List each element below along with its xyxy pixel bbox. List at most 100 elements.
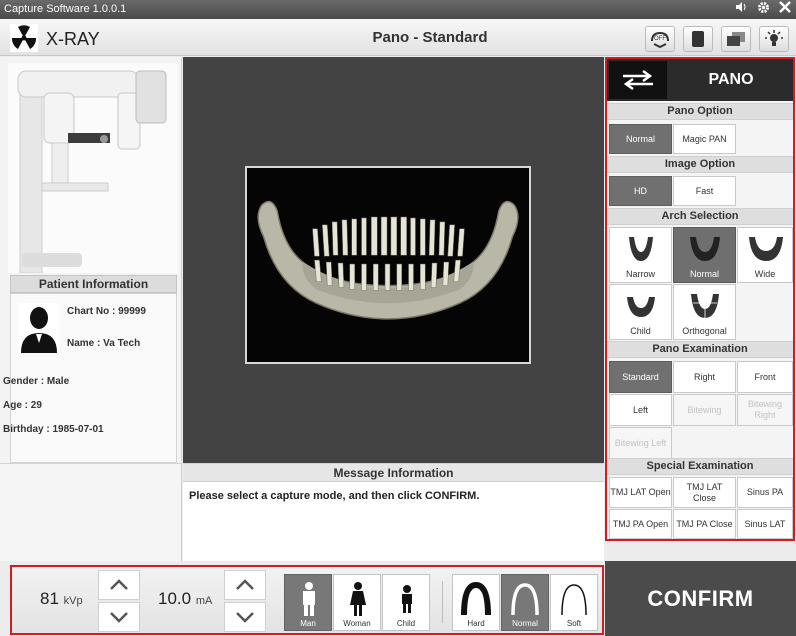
exam-right-button[interactable]: Right [673,361,736,393]
message-header: Message Information [183,464,604,482]
chevron-up-icon [110,579,128,590]
arch-child-icon [627,297,655,317]
speaker-icon[interactable] [734,1,748,17]
tmj-pa-close-button[interactable]: TMJ PA Close [673,509,736,539]
normal-label: Normal [512,619,538,628]
arch-wide-icon [749,237,783,261]
arch-wide-button[interactable]: Wide [737,227,793,283]
normal-curve-icon [511,583,539,616]
ma-value: 10.0 [158,589,192,608]
arch-orthogonal-button[interactable]: Orthogonal [673,284,736,340]
exam-left-button[interactable]: Left [609,394,672,426]
laser-off-icon: OFF [651,31,669,48]
patient-info-header: Patient Information [10,275,177,293]
avatar-icon [19,303,59,353]
message-left-blank [0,463,182,561]
density-hard-button[interactable]: Hard [452,574,500,631]
image-option-fast-button[interactable]: Fast [673,176,736,206]
arch-narrow-label: Narrow [625,269,655,279]
arch-orthogonal-icon [691,294,719,318]
mode-label: PANO [708,71,754,88]
arch-normal-button[interactable]: Normal [673,227,736,283]
laser-off-button[interactable]: OFF [645,26,675,52]
pano-examination-header: Pano Examination [607,341,793,358]
message-text: Please select a capture mode, and then c… [189,490,480,502]
arch-child-button[interactable]: Child [609,284,672,340]
arch-narrow-button[interactable]: Narrow [609,227,672,283]
patient-gender: Gender : Male [3,376,70,387]
confirm-button[interactable]: CONFIRM [605,561,796,636]
tmj-pa-open-button[interactable]: TMJ PA Open [609,509,672,539]
pano-option-header: Pano Option [607,103,793,120]
xray-device-image [8,63,178,273]
arch-normal-icon [690,237,720,261]
hard-label: Hard [467,619,485,628]
swap-mode-button[interactable] [609,61,667,99]
kvp-down-button[interactable] [98,602,140,632]
sinus-lat-button[interactable]: Sinus LAT [737,509,793,539]
hard-curve-icon [461,581,491,616]
ma-unit: mA [195,595,213,607]
exam-front-button[interactable]: Front [737,361,793,393]
swap-arrows-icon [623,69,653,91]
density-soft-button[interactable]: Soft [550,574,598,631]
patient-child-button[interactable]: Child [382,574,430,631]
layers-button[interactable] [721,26,751,52]
app-header: X-RAY Pano - Standard OFF [0,19,796,56]
patient-birthday: Birthday : 1985-07-01 [3,424,104,435]
kvp-up-button[interactable] [98,570,140,600]
sinus-pa-button[interactable]: Sinus PA [737,477,793,508]
patient-name: Name : Va Tech [67,338,141,349]
sensor-button[interactable] [683,26,713,52]
patient-age: Age : 29 [3,400,42,411]
child-icon [402,585,412,613]
image-option-hd-button[interactable]: HD [609,176,672,206]
app-name: X-RAY [46,29,100,49]
mode-bar: PANO [607,59,793,101]
man-label: Man [300,619,316,628]
ma-display: 10.0 mA [158,589,212,609]
soft-curve-icon [561,584,587,616]
layers-icon [727,32,745,46]
exam-bitewing-right-button[interactable]: Bitewing Right [737,394,793,426]
svg-text:OFF: OFF [654,36,666,42]
window-title: Capture Software 1.0.0.1 [4,3,127,15]
woman-label: Woman [343,619,371,628]
title-bar: Capture Software 1.0.0.1 [0,0,796,19]
ma-down-button[interactable] [224,602,266,632]
patient-info-box: Chart No : 99999 Name : Va Tech Gender :… [3,293,177,463]
soft-label: Soft [566,619,582,628]
arch-normal-label: Normal [689,269,719,279]
capture-mode-panel: PANO Pano Option Normal Magic PAN Image … [605,57,795,541]
light-button[interactable] [759,26,789,52]
arch-child-label: Child [630,326,651,336]
close-icon[interactable] [778,1,792,17]
panoramic-xray-image [245,166,531,364]
special-examination-header: Special Examination [607,458,793,475]
image-viewer [183,57,604,463]
capture-software-window: Capture Software 1.0.0.1 X-RAY Pano - St… [0,0,796,636]
exam-standard-button[interactable]: Standard [609,361,672,393]
chart-number: Chart No : 99999 [67,306,146,317]
kvp-value: 81 [40,589,59,608]
tmj-lat-open-button[interactable]: TMJ LAT Open [609,477,672,508]
exam-bitewing-left-button[interactable]: Bitewing Left [609,427,672,459]
exam-bitewing-button[interactable]: Bitewing [673,394,736,426]
arch-orthogonal-label: Orthogonal [682,326,727,336]
patient-man-button[interactable]: Man [284,574,332,631]
pano-option-magic-pan-button[interactable]: Magic PAN [673,124,736,154]
chevron-down-icon [236,612,254,623]
ma-up-button[interactable] [224,570,266,600]
gear-icon[interactable] [756,1,770,17]
chevron-down-icon [110,612,128,623]
divider [442,581,443,623]
radiation-icon [10,24,38,52]
kvp-unit: kVp [63,595,83,607]
density-normal-button[interactable]: Normal [501,574,549,631]
pano-option-normal-button[interactable]: Normal [609,124,672,154]
tmj-lat-close-button[interactable]: TMJ LAT Close [673,477,736,508]
arch-wide-label: Wide [754,269,776,279]
patient-woman-button[interactable]: Woman [333,574,381,631]
woman-icon [350,582,366,616]
arch-selection-header: Arch Selection [607,208,793,225]
